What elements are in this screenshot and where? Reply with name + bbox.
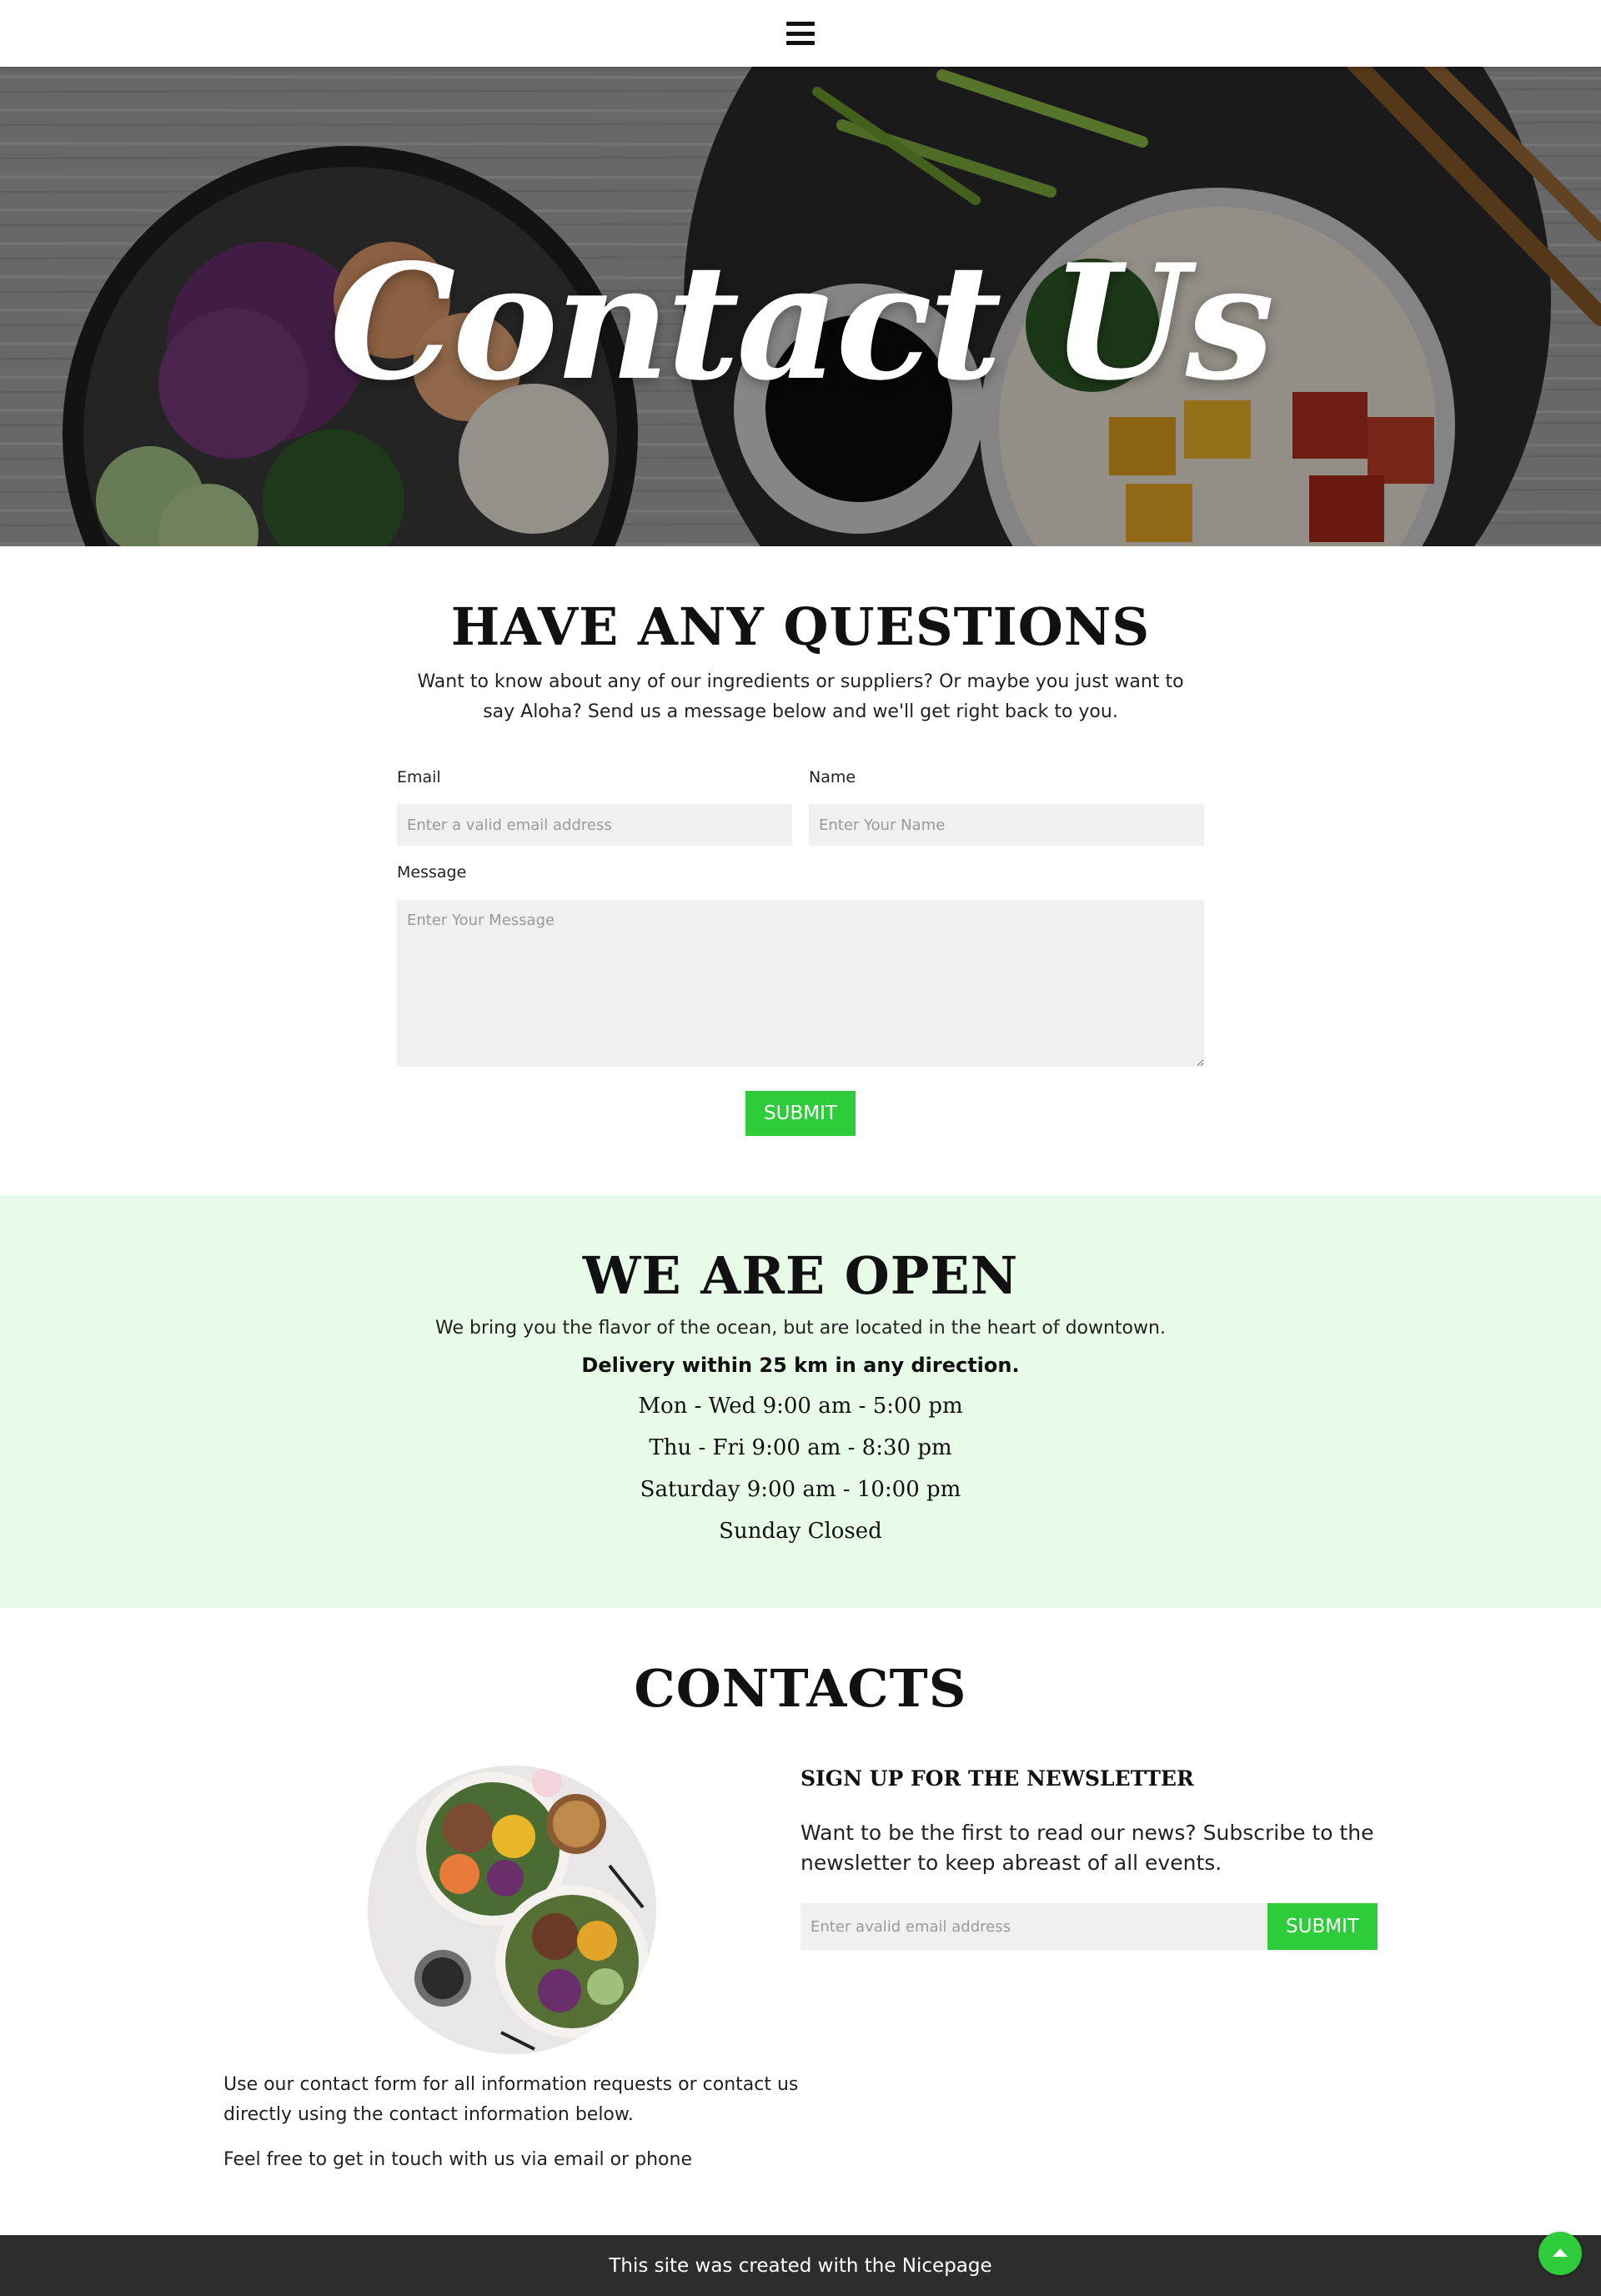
back-to-top-button[interactable] [1538, 2232, 1582, 2275]
open-description: We bring you the flavor of the ocean, bu… [435, 1318, 1166, 1339]
newsletter-submit-button[interactable]: SUBMIT [1267, 1903, 1378, 1950]
questions-section: HAVE ANY QUESTIONS Want to know about an… [0, 546, 1601, 1195]
site-footer: This site was created with the Nicepage [0, 2235, 1601, 2296]
hero-title: Contact Us [329, 229, 1274, 415]
contacts-section: CONTACTS Use our contact form for all in [0, 1608, 1601, 2235]
hero-banner: Contact Us [0, 67, 1601, 546]
newsletter-email-field[interactable] [800, 1903, 1267, 1950]
email-field[interactable] [397, 804, 792, 846]
delivery-note: Delivery within 25 km in any direction. [581, 1354, 1020, 1377]
questions-subtitle: Want to know about any of our ingredient… [417, 671, 1184, 722]
footer-text: This site was created with the Nicepage [609, 2254, 992, 2277]
hours-line: Thu - Fri 9:00 am - 8:30 pm [649, 1435, 952, 1460]
name-label: Name [809, 768, 856, 786]
newsletter-title: SIGN UP FOR THE NEWSLETTER [800, 1766, 1194, 1791]
contacts-touch-text: Feel free to get in touch with us via em… [223, 2149, 692, 2170]
contacts-info-text: Use our contact form for all information… [223, 2074, 799, 2125]
hours-line: Sunday Closed [719, 1519, 882, 1544]
site-header [0, 0, 1601, 67]
submit-button[interactable]: SUBMIT [745, 1091, 856, 1136]
hours-line: Saturday 9:00 am - 10:00 pm [640, 1477, 961, 1502]
email-label: Email [397, 768, 441, 786]
hamburger-menu-icon[interactable] [786, 22, 815, 45]
questions-title: HAVE ANY QUESTIONS [450, 596, 1151, 657]
hours-line: Mon - Wed 9:00 am - 5:00 pm [638, 1394, 963, 1419]
arrow-up-icon [1553, 2248, 1568, 2257]
newsletter-text: Want to be the first to read our news? S… [800, 1821, 1374, 1875]
message-label: Message [397, 863, 467, 882]
message-field[interactable] [397, 900, 1204, 1067]
food-bowls-image [368, 1766, 656, 2054]
opening-hours-section: WE ARE OPEN We bring you the flavor of t… [0, 1195, 1601, 1608]
open-title: WE ARE OPEN [582, 1245, 1019, 1306]
contacts-title: CONTACTS [634, 1658, 967, 1719]
name-field[interactable] [809, 804, 1204, 846]
